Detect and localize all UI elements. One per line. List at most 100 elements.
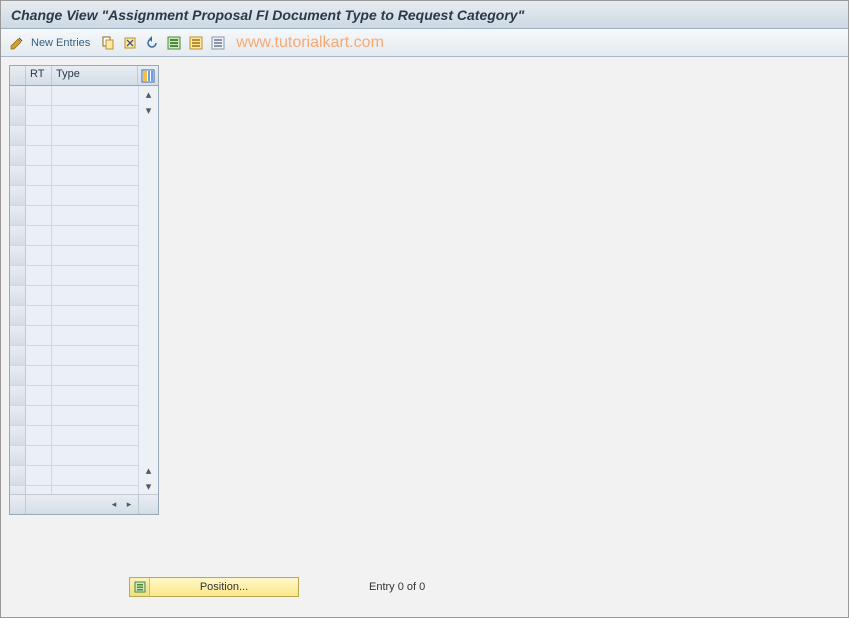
cell-rt[interactable] xyxy=(26,386,52,405)
cell-rt[interactable] xyxy=(26,166,52,185)
cell-rt[interactable] xyxy=(26,106,52,125)
row-selector[interactable] xyxy=(10,246,26,265)
copy-as-icon[interactable] xyxy=(100,35,116,51)
cell-type[interactable] xyxy=(52,246,138,265)
horizontal-scrollbar[interactable]: ◂ ▸ xyxy=(26,495,138,514)
cell-type[interactable] xyxy=(52,266,138,285)
row-selector[interactable] xyxy=(10,466,26,485)
table-row[interactable] xyxy=(10,106,138,126)
table-row[interactable] xyxy=(10,466,138,486)
table-row[interactable] xyxy=(10,346,138,366)
scroll-down-bottom-icon[interactable]: ▾ xyxy=(139,478,158,494)
row-selector[interactable] xyxy=(10,326,26,345)
table-select-all-header[interactable] xyxy=(10,66,26,85)
row-selector[interactable] xyxy=(10,406,26,425)
cell-type[interactable] xyxy=(52,426,138,445)
column-header-type[interactable]: Type xyxy=(52,66,138,85)
cell-type[interactable] xyxy=(52,406,138,425)
cell-rt[interactable] xyxy=(26,186,52,205)
cell-rt[interactable] xyxy=(26,266,52,285)
table-row[interactable] xyxy=(10,366,138,386)
row-selector[interactable] xyxy=(10,206,26,225)
cell-rt[interactable] xyxy=(26,306,52,325)
cell-type[interactable] xyxy=(52,186,138,205)
table-row[interactable] xyxy=(10,166,138,186)
cell-type[interactable] xyxy=(52,166,138,185)
cell-rt[interactable] xyxy=(26,426,52,445)
row-selector[interactable] xyxy=(10,346,26,365)
row-selector[interactable] xyxy=(10,266,26,285)
cell-type[interactable] xyxy=(52,366,138,385)
column-header-rt[interactable]: RT xyxy=(26,66,52,85)
table-row[interactable] xyxy=(10,126,138,146)
cell-rt[interactable] xyxy=(26,446,52,465)
table-row[interactable] xyxy=(10,226,138,246)
row-selector[interactable] xyxy=(10,366,26,385)
toggle-display-change-icon[interactable] xyxy=(9,35,25,51)
table-row[interactable] xyxy=(10,406,138,426)
cell-type[interactable] xyxy=(52,126,138,145)
table-row[interactable] xyxy=(10,286,138,306)
cell-type[interactable] xyxy=(52,226,138,245)
row-selector[interactable] xyxy=(10,486,26,494)
table-row[interactable] xyxy=(10,186,138,206)
select-all-icon[interactable] xyxy=(166,35,182,51)
scroll-right-icon[interactable]: ▸ xyxy=(122,498,136,512)
cell-type[interactable] xyxy=(52,346,138,365)
new-entries-button[interactable]: New Entries xyxy=(31,37,90,49)
row-selector[interactable] xyxy=(10,286,26,305)
cell-type[interactable] xyxy=(52,306,138,325)
row-selector[interactable] xyxy=(10,426,26,445)
cell-rt[interactable] xyxy=(26,326,52,345)
cell-type[interactable] xyxy=(52,446,138,465)
row-selector[interactable] xyxy=(10,386,26,405)
table-row[interactable] xyxy=(10,246,138,266)
cell-type[interactable] xyxy=(52,326,138,345)
scroll-up-bottom-icon[interactable]: ▴ xyxy=(139,462,158,478)
row-selector[interactable] xyxy=(10,86,26,105)
cell-type[interactable] xyxy=(52,386,138,405)
cell-rt[interactable] xyxy=(26,206,52,225)
row-selector[interactable] xyxy=(10,226,26,245)
select-block-icon[interactable] xyxy=(188,35,204,51)
cell-type[interactable] xyxy=(52,206,138,225)
delete-icon[interactable] xyxy=(122,35,138,51)
row-selector[interactable] xyxy=(10,306,26,325)
scroll-down-icon[interactable]: ▾ xyxy=(139,102,158,118)
table-row[interactable] xyxy=(10,386,138,406)
vertical-scrollbar[interactable]: ▴ ▾ ▴ ▾ xyxy=(138,86,158,494)
row-selector[interactable] xyxy=(10,166,26,185)
scroll-up-icon[interactable]: ▴ xyxy=(139,86,158,102)
cell-type[interactable] xyxy=(52,86,138,105)
row-selector[interactable] xyxy=(10,126,26,145)
table-row[interactable] xyxy=(10,486,138,494)
position-button[interactable]: Position... xyxy=(129,577,299,597)
table-row[interactable] xyxy=(10,86,138,106)
cell-type[interactable] xyxy=(52,106,138,125)
undo-change-icon[interactable] xyxy=(144,35,160,51)
cell-type[interactable] xyxy=(52,146,138,165)
table-row[interactable] xyxy=(10,266,138,286)
table-row[interactable] xyxy=(10,146,138,166)
cell-rt[interactable] xyxy=(26,126,52,145)
row-selector[interactable] xyxy=(10,186,26,205)
cell-rt[interactable] xyxy=(26,346,52,365)
scroll-left-icon[interactable]: ◂ xyxy=(107,498,121,512)
cell-rt[interactable] xyxy=(26,246,52,265)
cell-type[interactable] xyxy=(52,466,138,485)
cell-rt[interactable] xyxy=(26,286,52,305)
cell-rt[interactable] xyxy=(26,486,52,494)
row-selector[interactable] xyxy=(10,146,26,165)
table-row[interactable] xyxy=(10,306,138,326)
cell-rt[interactable] xyxy=(26,466,52,485)
row-selector[interactable] xyxy=(10,106,26,125)
table-row[interactable] xyxy=(10,426,138,446)
cell-rt[interactable] xyxy=(26,226,52,245)
cell-type[interactable] xyxy=(52,486,138,494)
table-row[interactable] xyxy=(10,326,138,346)
table-row[interactable] xyxy=(10,206,138,226)
deselect-all-icon[interactable] xyxy=(210,35,226,51)
cell-rt[interactable] xyxy=(26,146,52,165)
table-row[interactable] xyxy=(10,446,138,466)
configure-columns-button[interactable] xyxy=(138,66,158,85)
